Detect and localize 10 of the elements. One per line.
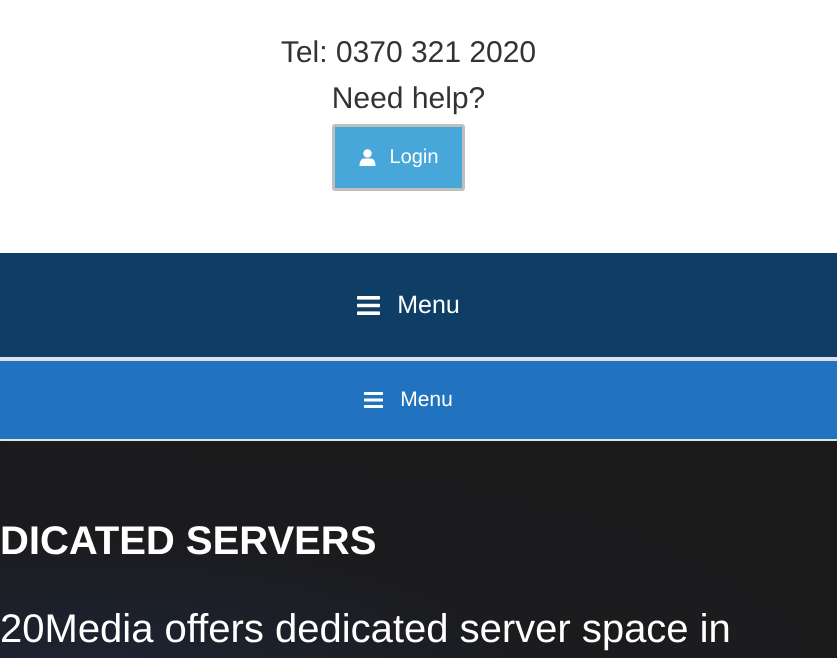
login-button[interactable]: Login <box>332 124 465 191</box>
menu-icon <box>357 296 380 314</box>
hero-text: 20Media offers dedicated server space in <box>0 606 732 653</box>
help-text: Need help? <box>332 81 486 117</box>
menu-toggle[interactable]: Menu <box>357 290 460 320</box>
phone-number: Tel: 0370 321 2020 <box>280 35 536 71</box>
user-icon <box>358 149 376 166</box>
hero-heading: DICATED SERVERS <box>0 518 378 565</box>
menu-toggle[interactable]: Menu <box>364 388 453 412</box>
menu-icon <box>364 392 384 408</box>
